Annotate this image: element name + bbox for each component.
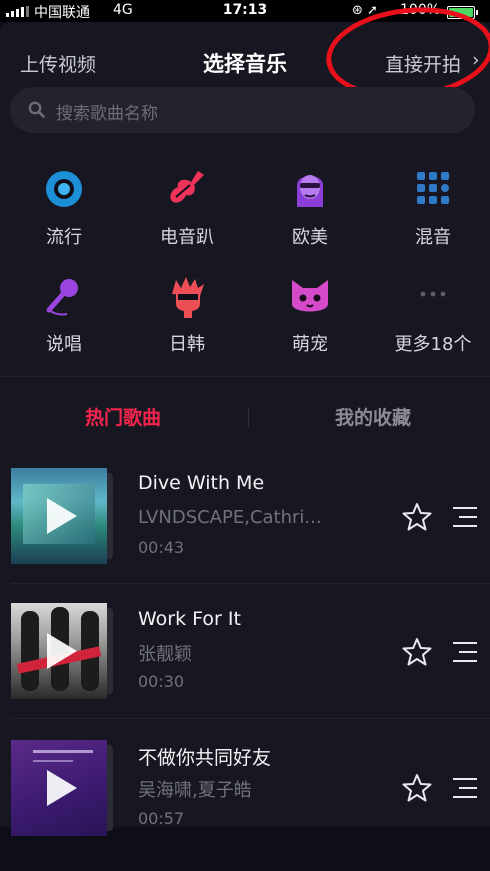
disc-edge bbox=[107, 608, 113, 694]
play-icon[interactable] bbox=[47, 633, 77, 669]
search-bar[interactable]: 搜索歌曲名称 bbox=[10, 87, 475, 133]
song-row[interactable]: Work For It 张靓颖 00:30 bbox=[0, 600, 490, 736]
song-menu-icon[interactable] bbox=[452, 641, 478, 663]
song-duration: 00:43 bbox=[138, 538, 185, 557]
search-input[interactable]: 搜索歌曲名称 bbox=[56, 99, 158, 124]
dot-grid-icon bbox=[417, 172, 449, 204]
song-artist: LVNDSCAPE,Cathri... bbox=[138, 507, 322, 528]
category-pets[interactable]: 萌宠 bbox=[260, 274, 360, 356]
category-label: 更多18个 bbox=[394, 334, 472, 355]
tab-hot-songs[interactable]: 热门歌曲 bbox=[33, 403, 213, 430]
category-label: 混音 bbox=[415, 227, 451, 248]
song-title: 不做你共同好友 bbox=[138, 747, 272, 769]
category-more[interactable]: 更多18个 bbox=[383, 274, 483, 356]
category-label: 电音趴 bbox=[160, 227, 214, 248]
category-label: 日韩 bbox=[169, 334, 205, 355]
song-menu-icon[interactable] bbox=[452, 506, 478, 528]
category-rap[interactable]: 说唱 bbox=[14, 274, 114, 356]
song-title: Work For It bbox=[138, 608, 241, 630]
star-icon[interactable] bbox=[402, 637, 432, 667]
category-label: 说唱 bbox=[46, 334, 82, 355]
song-title: Dive With Me bbox=[138, 472, 265, 494]
play-icon[interactable] bbox=[47, 498, 77, 534]
more-dots-icon bbox=[420, 291, 446, 297]
category-western[interactable]: 欧美 bbox=[260, 167, 360, 249]
vinyl-disc-icon bbox=[46, 171, 82, 207]
category-label: 流行 bbox=[46, 227, 82, 248]
row-divider bbox=[11, 583, 490, 584]
album-cover bbox=[11, 603, 107, 699]
song-duration: 00:57 bbox=[138, 809, 185, 828]
spiky-hair-face-icon bbox=[172, 277, 204, 318]
song-menu-icon[interactable] bbox=[452, 777, 478, 799]
song-duration: 00:30 bbox=[138, 672, 185, 691]
album-cover bbox=[11, 740, 107, 836]
row-divider bbox=[11, 718, 490, 719]
song-artist: 吴海啸,夏子皓 bbox=[138, 780, 252, 801]
category-remix[interactable]: 混音 bbox=[383, 167, 483, 249]
disc-edge bbox=[107, 745, 113, 831]
star-icon[interactable] bbox=[402, 773, 432, 803]
cat-face-icon bbox=[292, 280, 328, 312]
album-cover bbox=[11, 468, 107, 564]
category-jpkr[interactable]: 日韩 bbox=[137, 274, 237, 356]
woman-face-icon bbox=[297, 175, 323, 207]
section-divider bbox=[0, 376, 490, 377]
microphone-icon bbox=[46, 279, 78, 316]
star-icon[interactable] bbox=[402, 502, 432, 532]
category-label: 萌宠 bbox=[292, 334, 328, 355]
category-pop[interactable]: 流行 bbox=[14, 167, 114, 249]
song-row[interactable]: 不做你共同好友 吴海啸,夏子皓 00:57 bbox=[0, 735, 490, 871]
disc-edge bbox=[107, 473, 113, 559]
category-label: 欧美 bbox=[292, 227, 328, 248]
electric-guitar-icon bbox=[170, 171, 204, 203]
play-icon[interactable] bbox=[47, 770, 77, 806]
search-icon bbox=[28, 101, 45, 118]
tab-divider bbox=[248, 408, 249, 428]
tab-favorites[interactable]: 我的收藏 bbox=[283, 403, 463, 430]
song-artist: 张靓颖 bbox=[138, 644, 192, 665]
song-row[interactable]: Dive With Me LVNDSCAPE,Cathri... 00:43 bbox=[0, 464, 490, 600]
category-edm[interactable]: 电音趴 bbox=[137, 167, 237, 249]
